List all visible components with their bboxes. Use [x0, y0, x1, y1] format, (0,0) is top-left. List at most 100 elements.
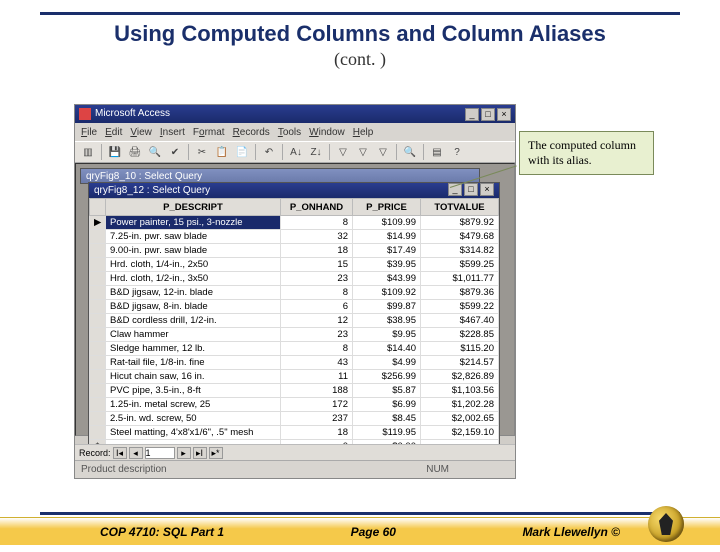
- help-icon[interactable]: ?: [448, 143, 466, 161]
- child-window-2-titlebar[interactable]: qryFig8_12 : Select Query _ □ ×: [89, 183, 499, 198]
- table-row[interactable]: Rat-tail file, 1/8-in. fine43$4.99$214.5…: [90, 356, 499, 370]
- apply-filter-icon[interactable]: ▽: [374, 143, 392, 161]
- nav-last-button[interactable]: ▸I: [193, 447, 207, 459]
- cell-totvalue[interactable]: $1,202.28: [421, 398, 499, 412]
- table-row[interactable]: B&D jigsaw, 12-in. blade8$109.92$879.36: [90, 286, 499, 300]
- cell-price[interactable]: $6.99: [353, 398, 421, 412]
- cell-onhand[interactable]: 188: [281, 384, 353, 398]
- table-row[interactable]: Claw hammer23$9.95$228.85: [90, 328, 499, 342]
- sort-desc-icon[interactable]: Z↓: [307, 143, 325, 161]
- menu-file[interactable]: File: [81, 127, 97, 138]
- cell-totvalue[interactable]: $2,002.65: [421, 412, 499, 426]
- result-grid[interactable]: P_DESCRIPT P_ONHAND P_PRICE TOTVALUE ▶Po…: [89, 198, 499, 454]
- table-row[interactable]: PVC pipe, 3.5-in., 8-ft188$5.87$1,103.56: [90, 384, 499, 398]
- cell-price[interactable]: $43.99: [353, 272, 421, 286]
- cell-totvalue[interactable]: $879.92: [421, 216, 499, 230]
- menu-tools[interactable]: Tools: [278, 127, 301, 138]
- menu-format[interactable]: Format: [193, 127, 225, 138]
- col-totvalue[interactable]: TOTVALUE: [421, 199, 499, 216]
- table-row[interactable]: Hicut chain saw, 16 in.11$256.99$2,826.8…: [90, 370, 499, 384]
- table-row[interactable]: 7.25-in. pwr. saw blade32$14.99$479.68: [90, 230, 499, 244]
- cell-onhand[interactable]: 32: [281, 230, 353, 244]
- close-button[interactable]: ×: [497, 108, 511, 121]
- cell-descript[interactable]: Hrd. cloth, 1/2-in., 3x50: [106, 272, 281, 286]
- view-icon[interactable]: ▥: [79, 143, 97, 161]
- cell-price[interactable]: $17.49: [353, 244, 421, 258]
- table-row[interactable]: Hrd. cloth, 1/2-in., 3x5023$43.99$1,011.…: [90, 272, 499, 286]
- cell-price[interactable]: $9.95: [353, 328, 421, 342]
- paste-icon[interactable]: 📄: [233, 143, 251, 161]
- child-close-button[interactable]: ×: [480, 183, 494, 196]
- cell-totvalue[interactable]: $228.85: [421, 328, 499, 342]
- cell-descript[interactable]: Steel matting, 4'x8'x1/6", .5" mesh: [106, 426, 281, 440]
- cell-totvalue[interactable]: $879.36: [421, 286, 499, 300]
- cell-price[interactable]: $14.99: [353, 230, 421, 244]
- cell-totvalue[interactable]: $1,103.56: [421, 384, 499, 398]
- cell-onhand[interactable]: 23: [281, 272, 353, 286]
- save-icon[interactable]: 💾: [106, 143, 124, 161]
- maximize-button[interactable]: □: [481, 108, 495, 121]
- row-marker[interactable]: [90, 426, 106, 440]
- cell-onhand[interactable]: 6: [281, 300, 353, 314]
- cell-descript[interactable]: Rat-tail file, 1/8-in. fine: [106, 356, 281, 370]
- menu-insert[interactable]: Insert: [160, 127, 185, 138]
- table-row[interactable]: Hrd. cloth, 1/4-in., 2x5015$39.95$599.25: [90, 258, 499, 272]
- cell-descript[interactable]: 2.5-in. wd. screw, 50: [106, 412, 281, 426]
- cell-onhand[interactable]: 18: [281, 426, 353, 440]
- menu-records[interactable]: Records: [233, 127, 270, 138]
- cell-onhand[interactable]: 12: [281, 314, 353, 328]
- table-row[interactable]: B&D jigsaw, 8-in. blade6$99.87$599.22: [90, 300, 499, 314]
- table-row[interactable]: 1.25-in. metal screw, 25172$6.99$1,202.2…: [90, 398, 499, 412]
- table-row[interactable]: Steel matting, 4'x8'x1/6", .5" mesh18$11…: [90, 426, 499, 440]
- cell-price[interactable]: $256.99: [353, 370, 421, 384]
- cell-onhand[interactable]: 18: [281, 244, 353, 258]
- row-marker[interactable]: [90, 370, 106, 384]
- nav-record-input[interactable]: [145, 447, 175, 459]
- cell-descript[interactable]: PVC pipe, 3.5-in., 8-ft: [106, 384, 281, 398]
- nav-next-button[interactable]: ▸: [177, 447, 191, 459]
- nav-prev-button[interactable]: ◂: [129, 447, 143, 459]
- row-marker[interactable]: [90, 230, 106, 244]
- cell-descript[interactable]: Sledge hammer, 12 lb.: [106, 342, 281, 356]
- cell-price[interactable]: $109.92: [353, 286, 421, 300]
- nav-first-button[interactable]: I◂: [113, 447, 127, 459]
- table-row[interactable]: Sledge hammer, 12 lb.8$14.40$115.20: [90, 342, 499, 356]
- cell-descript[interactable]: 9.00-in. pwr. saw blade: [106, 244, 281, 258]
- cell-onhand[interactable]: 8: [281, 286, 353, 300]
- cell-totvalue[interactable]: $214.57: [421, 356, 499, 370]
- col-descript[interactable]: P_DESCRIPT: [106, 199, 281, 216]
- row-header-blank[interactable]: [90, 199, 106, 216]
- row-marker[interactable]: [90, 398, 106, 412]
- cut-icon[interactable]: ✂: [193, 143, 211, 161]
- row-marker[interactable]: [90, 286, 106, 300]
- table-row[interactable]: ▶Power painter, 15 psi., 3-nozzle8$109.9…: [90, 216, 499, 230]
- new-object-icon[interactable]: ▤: [428, 143, 446, 161]
- cell-price[interactable]: $4.99: [353, 356, 421, 370]
- cell-totvalue[interactable]: $314.82: [421, 244, 499, 258]
- cell-totvalue[interactable]: $1,011.77: [421, 272, 499, 286]
- cell-price[interactable]: $5.87: [353, 384, 421, 398]
- filter-form-icon[interactable]: ▽: [354, 143, 372, 161]
- row-marker[interactable]: [90, 412, 106, 426]
- cell-onhand[interactable]: 237: [281, 412, 353, 426]
- row-marker[interactable]: ▶: [90, 216, 106, 230]
- menu-view[interactable]: View: [130, 127, 152, 138]
- col-onhand[interactable]: P_ONHAND: [281, 199, 353, 216]
- table-row[interactable]: B&D cordless drill, 1/2-in.12$38.95$467.…: [90, 314, 499, 328]
- cell-price[interactable]: $99.87: [353, 300, 421, 314]
- cell-onhand[interactable]: 172: [281, 398, 353, 412]
- cell-totvalue[interactable]: $479.68: [421, 230, 499, 244]
- cell-descript[interactable]: 1.25-in. metal screw, 25: [106, 398, 281, 412]
- sort-asc-icon[interactable]: A↓: [287, 143, 305, 161]
- preview-icon[interactable]: 🔍: [146, 143, 164, 161]
- row-marker[interactable]: [90, 356, 106, 370]
- cell-totvalue[interactable]: $2,826.89: [421, 370, 499, 384]
- cell-descript[interactable]: Claw hammer: [106, 328, 281, 342]
- cell-descript[interactable]: Hicut chain saw, 16 in.: [106, 370, 281, 384]
- cell-price[interactable]: $8.45: [353, 412, 421, 426]
- cell-price[interactable]: $109.99: [353, 216, 421, 230]
- undo-icon[interactable]: ↶: [260, 143, 278, 161]
- cell-totvalue[interactable]: $599.25: [421, 258, 499, 272]
- spell-icon[interactable]: ✔: [166, 143, 184, 161]
- find-icon[interactable]: 🔍: [401, 143, 419, 161]
